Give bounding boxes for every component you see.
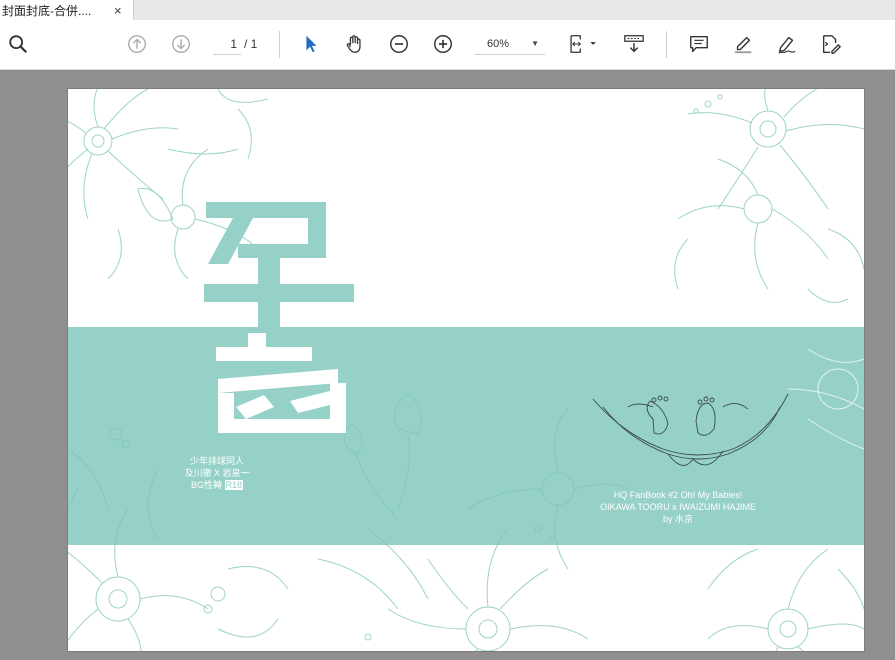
cover-line: by 水京 — [662, 514, 693, 524]
edit-pdf-button[interactable] — [819, 32, 843, 56]
baby-feet-illustration — [592, 393, 789, 466]
cover-info-right: HQ FanBook #2 Oh! My Babies! OIKAWA TOOR… — [578, 489, 778, 525]
cover-line: 及川徹 X 岩泉一 — [184, 468, 250, 478]
zoom-in-icon — [434, 35, 452, 53]
close-icon[interactable]: × — [114, 4, 122, 17]
zoom-in-button[interactable] — [431, 32, 455, 56]
comment-icon — [690, 35, 708, 53]
zoom-value: 60% — [487, 37, 510, 50]
document-page: 少年排球同人 及川徹 X 岩泉一 BG性轉 R18 HQ FanBook #2 … — [68, 89, 864, 651]
cover-line-text: BG性轉 — [190, 480, 225, 490]
select-tool-button[interactable] — [299, 32, 323, 56]
chevron-down-icon: ▼ — [531, 39, 539, 48]
cover-line: HQ FanBook #2 Oh! My Babies! — [613, 490, 743, 500]
pointer-icon — [306, 35, 317, 53]
cover-info-left: 少年排球同人 及川徹 X 岩泉一 BG性轉 R18 — [172, 455, 262, 491]
sign-icon — [778, 36, 796, 54]
fit-page-button[interactable] — [565, 32, 601, 56]
arrow-up-circle-icon — [128, 35, 146, 53]
page-total: / 1 — [244, 37, 258, 51]
sign-button[interactable] — [775, 32, 799, 56]
highlight-icon — [734, 36, 752, 54]
document-tab[interactable]: 封面封底-合併.... × — [0, 0, 134, 20]
page-number-input[interactable] — [213, 33, 241, 55]
cover-line: OIKAWA TOORU x IWAIZUMI HAJIME — [600, 502, 756, 512]
next-page-button[interactable] — [169, 32, 193, 56]
previous-page-button[interactable] — [125, 32, 149, 56]
search-icon[interactable] — [6, 32, 30, 56]
zoom-select[interactable]: 60% ▼ — [475, 33, 545, 55]
comment-button[interactable] — [687, 32, 711, 56]
edit-pdf-icon — [822, 35, 841, 54]
scroll-mode-icon — [624, 35, 644, 53]
zoom-out-icon — [390, 35, 408, 53]
toolbar: / 1 60% ▼ — [0, 20, 895, 70]
hand-tool-button[interactable] — [343, 32, 367, 56]
rating-badge: R18 — [224, 480, 244, 490]
zoom-out-button[interactable] — [387, 32, 411, 56]
fit-page-icon — [570, 35, 596, 53]
tab-title: 封面封底-合併.... — [2, 3, 92, 18]
cover-title-art — [204, 202, 354, 339]
toolbar-divider — [666, 31, 667, 58]
arrow-down-circle-icon — [172, 35, 190, 53]
hand-icon — [346, 35, 361, 53]
toolbar-divider — [279, 31, 280, 58]
cover-line: 少年排球同人 — [189, 456, 244, 466]
scroll-mode-button[interactable] — [622, 32, 646, 56]
tab-strip: 封面封底-合併.... × — [0, 0, 895, 20]
cover-line: BG性轉 R18 — [172, 479, 262, 491]
highlight-button[interactable] — [731, 32, 755, 56]
cover-title-art-lower — [216, 333, 346, 433]
flower-line-art — [68, 89, 864, 651]
